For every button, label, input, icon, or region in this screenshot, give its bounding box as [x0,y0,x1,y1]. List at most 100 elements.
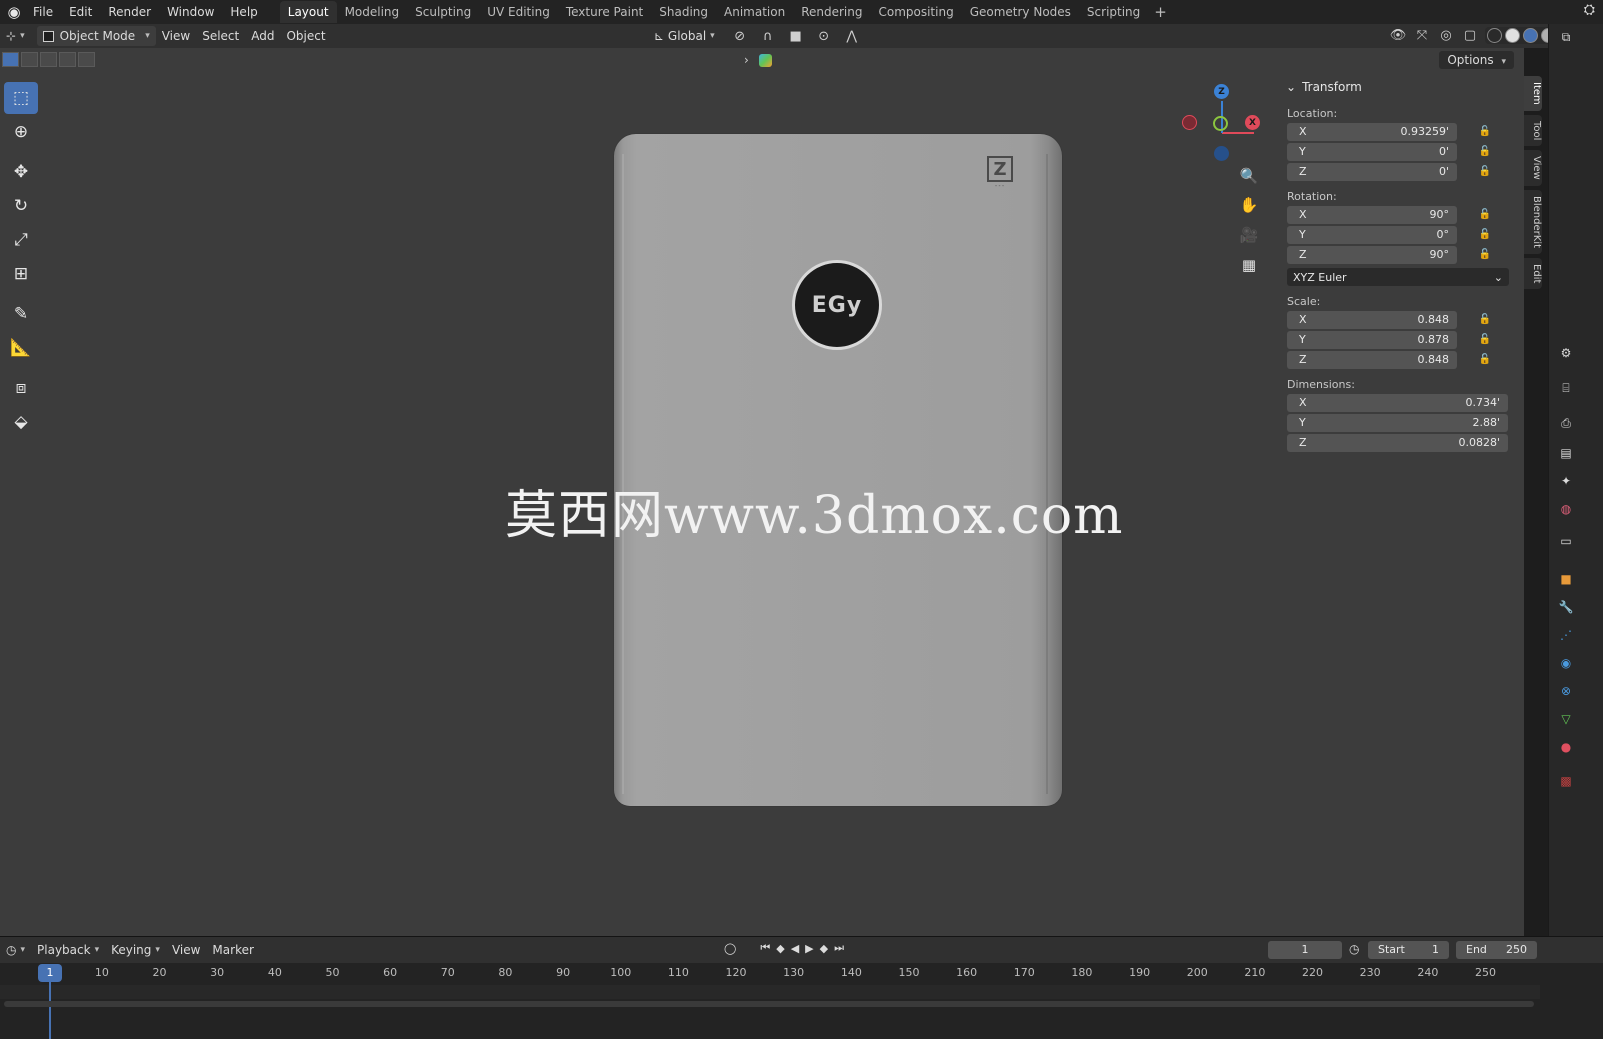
tab-sculpting[interactable]: Sculpting [407,1,479,23]
navigation-gizmo[interactable]: X Z [1176,82,1266,172]
prev-keyframe-icon[interactable]: ◆ [776,942,784,955]
dimensions-z-field[interactable]: Z 0.0828' [1287,433,1508,452]
gizmo-neg-x-axis[interactable] [1182,115,1197,130]
tab-edit[interactable]: Edit [1524,257,1542,290]
play-reverse-icon[interactable]: ◀ [791,942,799,955]
menu-object[interactable]: Object [280,26,331,46]
select-intersect-icon[interactable] [78,52,95,67]
editor-type-icon[interactable]: ⧉ [1557,28,1575,46]
gizmo-toggle-icon[interactable]: ⤧ [1413,26,1431,44]
rotation-x-field[interactable]: X 90° [1287,205,1457,224]
select-extend-icon[interactable] [21,52,38,67]
playhead-marker[interactable]: 1 [38,964,62,982]
scene-properties-icon[interactable]: ✦ [1557,472,1575,490]
transform-orientation-select[interactable]: ⊾ Global ▾ [648,26,721,46]
select-invert-icon[interactable] [59,52,76,67]
gizmo-z-axis[interactable]: Z [1214,84,1229,99]
jump-end-icon[interactable]: ⏭ [834,941,844,955]
transform-tool-icon[interactable]: ⊞ [4,258,38,290]
cursor-tool-icon[interactable]: ⊕ [4,116,38,148]
rotation-y-field[interactable]: Y 0° [1287,225,1457,244]
current-frame-field[interactable]: 1 [1268,941,1342,959]
tab-rendering[interactable]: Rendering [793,1,870,23]
collection-properties-icon[interactable]: ▭ [1557,532,1575,550]
end-frame-field[interactable]: End 250 [1456,941,1537,959]
perspective-grid-icon[interactable]: ▦ [1237,253,1261,277]
object-data-icon[interactable]: ▽ [1557,710,1575,728]
view-layer-icon[interactable]: ▤ [1557,444,1575,462]
xray-icon[interactable]: ▢ [1461,26,1479,44]
camera-view-icon[interactable]: 🎥 [1237,223,1261,247]
falloff-icon[interactable]: ⋀ [843,27,861,45]
tab-animation[interactable]: Animation [716,1,793,23]
object-properties-icon[interactable]: ■ [1557,570,1575,588]
overlay-icon[interactable]: ◎ [1437,26,1455,44]
gizmo-x-axis[interactable]: X [1245,115,1260,130]
menu-marker[interactable]: Marker [206,940,259,960]
solid-shading-icon[interactable] [1505,27,1520,43]
dimensions-y-field[interactable]: Y 2.88' [1287,413,1508,432]
menu-add[interactable]: Add [245,26,280,46]
blenderkit-icon[interactable] [759,54,772,67]
modifier-wrench-icon[interactable]: 🔧 [1557,598,1575,616]
scene-icon[interactable]: ⛭ [1584,2,1595,18]
annotate-tool-icon[interactable]: ✎ [4,298,38,330]
lock-icon[interactable]: 🔓 [1475,314,1495,325]
editor-type-button[interactable]: ⊹ ▾ [0,26,31,46]
lock-icon[interactable]: 🔓 [1475,209,1495,220]
select-new-icon[interactable] [2,52,19,67]
transform-panel-header[interactable]: ⌄ Transform [1280,76,1514,98]
menu-help[interactable]: Help [222,0,265,24]
select-subtract-icon[interactable] [40,52,57,67]
blender-logo-icon[interactable]: ◉ [3,1,25,23]
measure-tool-icon[interactable]: 📐 [4,332,38,364]
gizmo-neg-z-axis[interactable] [1214,146,1229,161]
tab-scripting[interactable]: Scripting [1079,1,1148,23]
zoom-icon[interactable]: 🔍 [1237,164,1261,188]
menu-keying[interactable]: Keying ▾ [105,940,166,960]
scale-z-field[interactable]: Z 0.848 [1287,350,1457,369]
timeline-track-area[interactable] [0,985,1540,999]
pivot-icon[interactable]: ⊘ [731,27,749,45]
scale-y-field[interactable]: Y 0.878 [1287,330,1457,349]
lock-icon[interactable]: 🔓 [1475,229,1495,240]
tab-shading[interactable]: Shading [651,1,716,23]
add-cube-tool-icon[interactable]: ⧈ [4,372,38,404]
scale-tool-icon[interactable]: ⤢ [4,224,38,256]
particles-icon[interactable]: ⋰ [1557,626,1575,644]
extra-tool-icon[interactable]: ⬙ [4,406,38,438]
timeline-scrollbar[interactable] [4,1001,1534,1007]
menu-view[interactable]: View [156,26,196,46]
output-properties-icon[interactable]: ⎙ [1557,414,1575,432]
snap-magnet-icon[interactable]: ∩ [759,27,777,45]
visibility-icon[interactable]: 👁 [1389,26,1407,44]
tab-view[interactable]: View [1524,150,1542,186]
move-tool-icon[interactable]: ✥ [4,156,38,188]
location-z-field[interactable]: Z 0' [1287,162,1457,181]
tab-tool[interactable]: Tool [1524,114,1542,147]
material-shading-icon[interactable] [1523,27,1538,43]
location-x-field[interactable]: X 0.93259' [1287,122,1457,141]
snap-target-icon[interactable]: ■ [787,27,805,45]
add-workspace-icon[interactable]: + [1148,3,1173,21]
tab-geometry-nodes[interactable]: Geometry Nodes [962,1,1079,23]
tab-uv-editing[interactable]: UV Editing [479,1,558,23]
gizmo-y-axis[interactable] [1213,116,1228,131]
scale-x-field[interactable]: X 0.848 [1287,310,1457,329]
rotate-tool-icon[interactable]: ↻ [4,190,38,222]
chevron-right-icon[interactable]: › [744,53,749,67]
physics-icon[interactable]: ◉ [1557,654,1575,672]
pan-hand-icon[interactable]: ✋ [1237,193,1261,217]
lock-icon[interactable]: 🔓 [1475,354,1495,365]
tab-layout[interactable]: Layout [279,1,337,23]
tab-item[interactable]: Item [1524,76,1542,111]
tab-blenderkit[interactable]: BlenderKit [1524,189,1542,254]
menu-window[interactable]: Window [159,0,222,24]
lock-icon[interactable]: 🔓 [1475,126,1495,137]
start-frame-field[interactable]: Start 1 [1368,941,1449,959]
constraints-icon[interactable]: ⊗ [1557,682,1575,700]
menu-timeline-view[interactable]: View [166,940,206,960]
options-button[interactable]: Options ▾ [1439,51,1514,69]
tab-modeling[interactable]: Modeling [337,1,408,23]
lock-icon[interactable]: 🔓 [1475,334,1495,345]
